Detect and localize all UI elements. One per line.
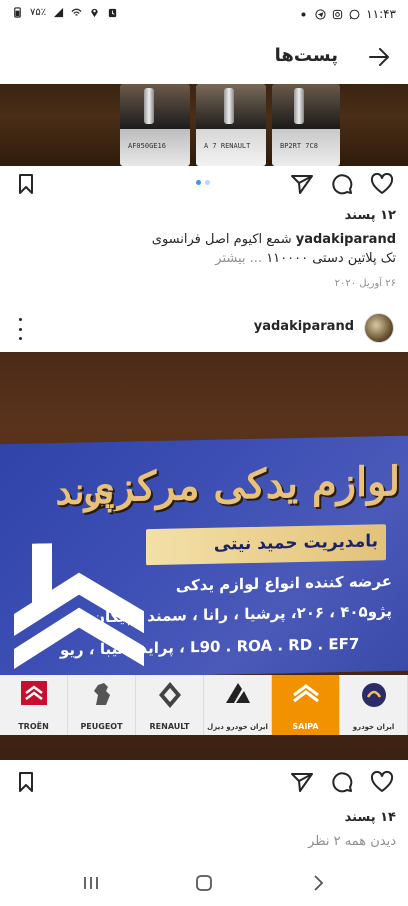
status-bar: ۷۵٪ ۱۱:۴۳ (0, 0, 408, 30)
save-button[interactable] (12, 170, 40, 198)
post-image-business-card[interactable]: لوازم یدکی مرکزی پرند بامدیریت حمید نیتی… (0, 352, 408, 760)
page-title: پست‌ها (274, 45, 338, 66)
comment-icon (332, 174, 353, 195)
wifi-icon (71, 8, 82, 16)
comment-icon (332, 772, 353, 793)
logo-citroen: TROËN (0, 675, 68, 735)
status-left-group: ۷۵٪ (12, 7, 118, 18)
more-dot-icon (18, 318, 22, 321)
post-caption[interactable]: yadakiparand شمع اکیوم اصل فرانسوی تک پل… (12, 230, 396, 268)
caption-text: شمع اکیوم اصل فرانسوی (151, 232, 292, 247)
recent-apps-button[interactable] (78, 870, 104, 896)
peugeot-lion-icon (93, 683, 110, 705)
battery-icon (14, 7, 21, 18)
logo-label: RENAULT (149, 722, 190, 731)
send-icon (291, 175, 313, 194)
status-time: ۱۱:۴۳ (366, 7, 396, 21)
signal-icon (54, 7, 64, 18)
ikd-logo-icon (225, 683, 250, 703)
view-all-comments-link[interactable]: دیدن همه ۲ نظر (308, 834, 396, 849)
like-button[interactable] (368, 170, 396, 198)
share-button[interactable] (288, 768, 316, 796)
logo-label: TROËN (18, 722, 49, 731)
logo-label: PEUGEOT (80, 722, 123, 731)
carousel-indicator (196, 180, 210, 185)
battery-percent: ۷۵٪ (30, 7, 47, 18)
like-count[interactable]: ۱۲ پسند (345, 208, 396, 223)
logo-iran-khodro: ایران خودرو (340, 675, 408, 735)
renault-diamond-icon (158, 682, 181, 708)
product-box: BP2RT 7C8 (272, 84, 340, 166)
box-label: AF050GE16 (128, 142, 166, 150)
comment-button[interactable] (328, 768, 356, 796)
caption-username[interactable]: yadakiparand (296, 232, 396, 247)
post-options-button[interactable] (12, 318, 28, 340)
card-brand: پرند (55, 469, 115, 514)
caption-text-2: تک پلاتین دستی ۱۱۰۰۰۰ (266, 251, 396, 266)
home-icon (196, 875, 212, 891)
caption-more-link[interactable]: ... بیشتر (215, 251, 262, 266)
comment-button[interactable] (328, 170, 356, 198)
logo-label: ایران خودرو (352, 723, 395, 731)
system-nav-bar (0, 860, 408, 906)
more-dot-icon (18, 337, 22, 340)
logo-peugeot: PEUGEOT (68, 675, 136, 735)
more-dot-icon (18, 327, 22, 331)
recent-apps-icon (84, 877, 98, 889)
heart-icon (370, 771, 394, 792)
back-nav-button[interactable] (305, 870, 331, 896)
bookmark-icon (19, 772, 33, 792)
dot-icon (301, 11, 306, 17)
home-button[interactable] (191, 870, 217, 896)
status-right-group: ۱۱:۴۳ (298, 7, 396, 21)
caption-line-1: yadakiparand شمع اکیوم اصل فرانسوی (12, 230, 396, 249)
post-image-spark-plugs[interactable]: AF050GE16 A 7 RENAULT BP2RT 7C8 (0, 84, 408, 166)
citroen-logo-icon (20, 681, 47, 705)
arrow-right-icon (369, 48, 389, 66)
logo-label: SAIPA (292, 722, 319, 731)
logo-renault: RENAULT (136, 675, 204, 735)
carousel-dot (205, 180, 210, 185)
back-button[interactable] (364, 42, 394, 72)
save-button[interactable] (12, 768, 40, 796)
whatsapp-icon (349, 9, 360, 19)
caption-line-2: تک پلاتین دستی ۱۱۰۰۰۰ ... بیشتر (12, 249, 396, 268)
logo-ikd: ایران خودرو دیزل (204, 675, 272, 735)
post1-action-row (0, 166, 408, 202)
brand-logo-strip: TROËN PEUGEOT RENAULT ایران خودرو دیزل S… (0, 675, 408, 735)
logo-saipa: SAIPA (272, 675, 340, 735)
product-box: A 7 RENAULT (196, 84, 266, 166)
top-app-bar: پست‌ها (0, 30, 408, 84)
post2-header: yadakiparand (0, 310, 408, 350)
box-label: A 7 RENAULT (204, 142, 251, 150)
heart-icon (370, 173, 394, 194)
carousel-dot-active (196, 180, 201, 185)
spark-plug (144, 88, 154, 124)
logo-label: ایران خودرو دیزل (207, 723, 268, 731)
alarm-icon (108, 8, 117, 18)
bookmark-icon (19, 174, 33, 194)
like-button[interactable] (368, 768, 396, 796)
location-icon (91, 8, 98, 18)
box-label: BP2RT 7C8 (280, 142, 318, 150)
saipa-logo-icon (292, 684, 319, 703)
send-icon (291, 773, 313, 792)
chevron-right-icon (314, 875, 324, 891)
avatar[interactable] (364, 313, 394, 343)
post-date: ۲۶ آوریل ۲۰۲۰ (334, 278, 396, 289)
like-count[interactable]: ۱۴ پسند (345, 810, 396, 825)
telegram-icon (315, 8, 326, 20)
post-username[interactable]: yadakiparand (254, 319, 354, 334)
card-line-1: عرضه کننده انواع لوازم یدکی (175, 572, 392, 595)
card-manager: بامدیریت حمید نیتی (213, 531, 378, 555)
product-box: AF050GE16 (120, 84, 190, 166)
share-button[interactable] (288, 170, 316, 198)
business-card: لوازم یدکی مرکزی پرند بامدیریت حمید نیتی… (0, 435, 408, 680)
spark-plug (294, 88, 304, 124)
iran-khodro-logo-icon (361, 683, 386, 707)
instagram-icon (333, 9, 343, 19)
post2-action-row (0, 764, 408, 800)
spark-plug (224, 88, 234, 124)
